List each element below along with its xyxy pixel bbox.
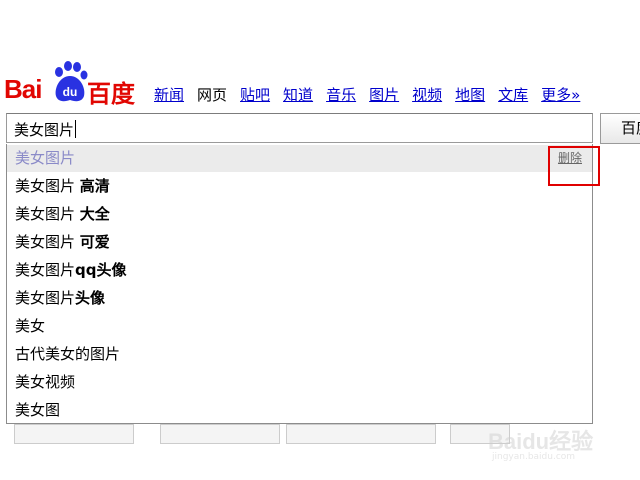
- baidu-logo[interactable]: Bai du 百度: [4, 60, 136, 108]
- annotation-highlight-box: [548, 146, 600, 186]
- suggestion-item[interactable]: 美女图片qq头像: [7, 257, 592, 284]
- thumbnail: [286, 424, 436, 444]
- nav-item[interactable]: 视频: [412, 84, 442, 105]
- top-nav: 新闻 网页 贴吧 知道 音乐 图片 视频 地图 文库 更多»: [154, 84, 593, 106]
- suggestion-item[interactable]: 美女: [7, 313, 592, 340]
- suggestion-base-text: 古代美女的图片: [15, 345, 121, 363]
- nav-item[interactable]: 地图: [455, 84, 485, 105]
- logo-text-du: du: [63, 85, 78, 99]
- nav-item[interactable]: 图片: [369, 84, 399, 105]
- suggestion-item[interactable]: 美女图片 高清: [7, 173, 592, 200]
- paw-icon: du: [50, 60, 90, 104]
- suggestion-base-text: 美女图片: [15, 233, 80, 251]
- nav-item[interactable]: 更多»: [541, 84, 580, 105]
- nav-item[interactable]: 贴吧: [240, 84, 270, 105]
- suggestion-base-text: 美女图片: [15, 261, 76, 279]
- logo-text-chinese: 百度: [87, 80, 135, 108]
- nav-item[interactable]: 网页: [197, 84, 227, 105]
- search-input[interactable]: 美女图片: [6, 113, 593, 143]
- suggestion-item[interactable]: 美女图片头像: [7, 285, 592, 312]
- nav-item[interactable]: 文库: [498, 84, 528, 105]
- suggestion-base-text: 美女: [15, 317, 46, 335]
- logo-text-latin: Bai: [4, 74, 42, 104]
- suggestion-base-text: 美女图片: [15, 149, 76, 167]
- suggestion-item[interactable]: 美女图片 大全: [7, 201, 592, 228]
- nav-item[interactable]: 音乐: [326, 84, 356, 105]
- search-button[interactable]: 百度: [600, 113, 640, 144]
- suggestion-item[interactable]: 美女图片 删除: [7, 145, 592, 172]
- thumbnail: [14, 424, 134, 444]
- nav-item[interactable]: 知道: [283, 84, 313, 105]
- suggestion-suffix-text: 可爱: [79, 233, 110, 251]
- suggestion-suffix-text: qq头像: [75, 261, 127, 279]
- suggestion-suffix-text: 高清: [79, 177, 110, 195]
- suggestion-base-text: 美女图: [15, 401, 61, 419]
- suggestion-base-text: 美女图片: [15, 289, 76, 307]
- suggestion-item[interactable]: 美女图片 可爱: [7, 229, 592, 256]
- text-caret: [75, 120, 77, 138]
- thumbnail: [160, 424, 280, 444]
- suggestion-suffix-text: 大全: [79, 205, 110, 223]
- search-query-text: 美女图片: [14, 121, 75, 139]
- suggestion-base-text: 美女视频: [15, 373, 76, 391]
- suggestion-item[interactable]: 美女视频: [7, 369, 592, 396]
- nav-item[interactable]: 新闻: [154, 84, 184, 105]
- watermark-url: jingyan.baidu.com: [492, 452, 576, 462]
- watermark: Baidu经验 jingyan.baidu.com: [488, 412, 608, 466]
- suggestion-base-text: 美女图片: [15, 177, 80, 195]
- suggestion-suffix-text: 头像: [75, 289, 106, 307]
- suggestion-dropdown: 美女图片 删除 美女图片 高清 美女图片 大全 美女图片 可爱 美女图片qq头像 美女图片头…: [6, 144, 593, 424]
- suggestion-item[interactable]: 古代美女的图片: [7, 341, 592, 368]
- suggestion-base-text: 美女图片: [15, 205, 80, 223]
